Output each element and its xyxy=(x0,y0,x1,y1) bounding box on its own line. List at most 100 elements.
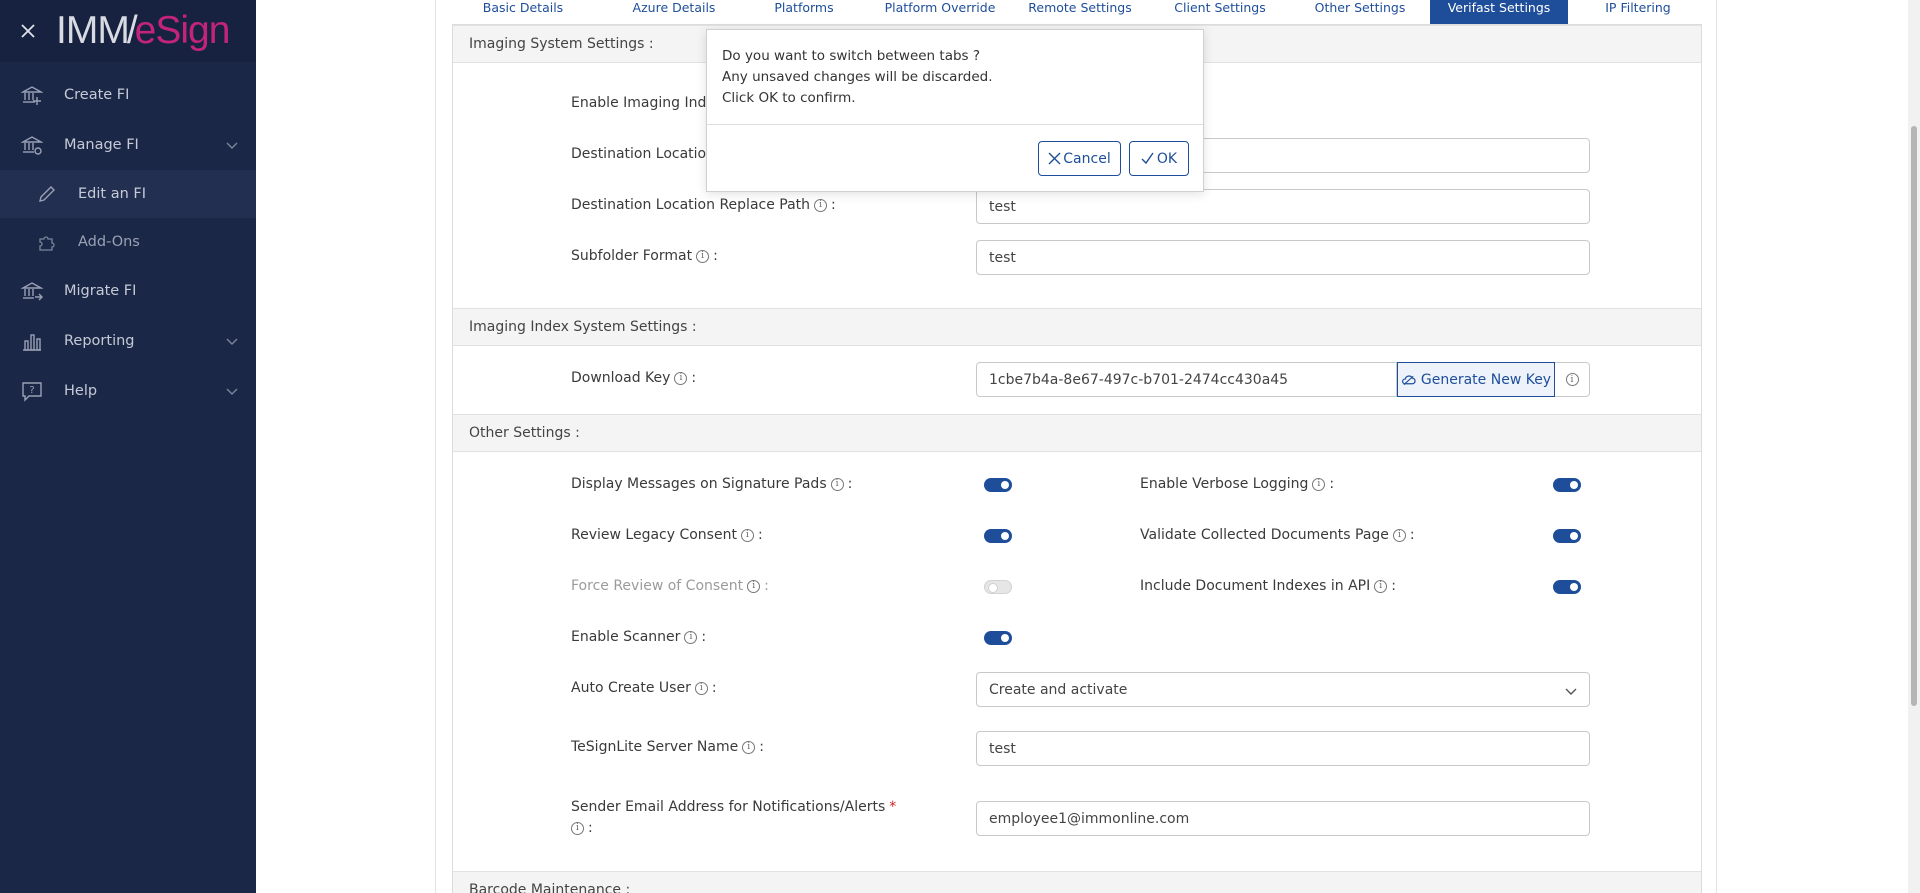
display-messages-toggle[interactable] xyxy=(984,478,1012,492)
bar-chart-icon xyxy=(20,329,44,353)
tab-platform-override[interactable]: Platform Override xyxy=(870,0,1010,24)
svg-text:?: ? xyxy=(29,385,34,396)
cancel-button[interactable]: Cancel xyxy=(1038,141,1121,176)
info-icon[interactable]: i xyxy=(1392,528,1406,542)
sidebar-item-add-ons[interactable]: Add-Ons xyxy=(0,218,256,266)
sidebar-item-edit-fi[interactable]: Edit an FI xyxy=(0,170,256,218)
help-chat-icon: ? xyxy=(20,379,44,403)
sidebar-item-help[interactable]: ? Help xyxy=(0,366,256,416)
brand-logo: IMM / eSign xyxy=(56,9,230,52)
bank-icon xyxy=(20,83,44,107)
include-indexes-toggle[interactable] xyxy=(1553,580,1581,594)
confirm-dialog: Do you want to switch between tabs ? Any… xyxy=(706,29,1204,192)
chevron-down-icon xyxy=(226,138,238,154)
enable-scanner-toggle[interactable] xyxy=(984,631,1012,645)
sidebar-item-label: Create FI xyxy=(64,87,130,103)
pencil-icon xyxy=(36,183,58,205)
sidebar-item-reporting[interactable]: Reporting xyxy=(0,316,256,366)
generate-new-key-button[interactable]: Generate New Key xyxy=(1397,362,1555,397)
info-icon[interactable]: i xyxy=(1374,579,1388,593)
info-icon[interactable]: i xyxy=(740,528,754,542)
info-icon[interactable]: i xyxy=(742,740,756,754)
tab-other-settings[interactable]: Other Settings xyxy=(1290,0,1430,24)
dialog-line-1: Do you want to switch between tabs ? xyxy=(722,48,981,64)
sidebar-item-create-fi[interactable]: Create FI xyxy=(0,70,256,120)
bank-gear-icon xyxy=(20,133,44,157)
info-icon[interactable]: i xyxy=(747,579,761,593)
cloud-icon xyxy=(1401,374,1416,385)
close-icon[interactable] xyxy=(0,23,56,39)
sidebar-item-migrate-fi[interactable]: Migrate FI xyxy=(0,266,256,316)
sender-email-input[interactable]: employee1@immonline.com xyxy=(976,801,1590,836)
tesignlite-input[interactable]: test xyxy=(976,731,1590,766)
tab-remote-settings[interactable]: Remote Settings xyxy=(1010,0,1150,24)
puzzle-icon xyxy=(36,231,58,253)
auto-create-user-label: Auto Create User i : xyxy=(571,680,717,696)
sidebar-item-label: Reporting xyxy=(64,333,135,349)
dialog-line-3: Click OK to confirm. xyxy=(722,90,856,106)
force-review-label: Force Review of Consent i : xyxy=(571,578,769,594)
tesignlite-label: TeSignLite Server Name i : xyxy=(571,739,764,755)
ok-button[interactable]: OK xyxy=(1129,141,1189,176)
auto-create-user-select[interactable]: Create and activate xyxy=(976,672,1590,707)
tab-ip-filtering[interactable]: IP Filtering xyxy=(1568,0,1708,24)
info-icon: i xyxy=(1565,373,1579,386)
download-key-label: Download Key i : xyxy=(571,370,697,386)
validate-docs-toggle[interactable] xyxy=(1553,529,1581,543)
info-icon[interactable]: i xyxy=(571,821,584,835)
barcode-maintenance-header: Barcode Maintenance : xyxy=(453,871,1701,893)
validate-docs-label: Validate Collected Documents Page i : xyxy=(1140,527,1415,543)
dialog-footer: Cancel OK xyxy=(707,125,1203,192)
display-messages-label: Display Messages on Signature Pads i : xyxy=(571,476,853,492)
dialog-line-2: Any unsaved changes will be discarded. xyxy=(722,69,993,85)
dialog-message: Do you want to switch between tabs ? Any… xyxy=(707,30,1203,125)
force-review-toggle xyxy=(984,580,1012,594)
scrollbar-thumb[interactable] xyxy=(1911,126,1917,706)
sidebar-header: IMM / eSign xyxy=(0,0,256,62)
enable-imaging-index-label: Enable Imaging Index xyxy=(571,95,724,111)
sidebar-item-manage-fi[interactable]: Manage FI xyxy=(0,120,256,170)
tab-client-settings[interactable]: Client Settings xyxy=(1150,0,1290,24)
enable-verbose-toggle[interactable] xyxy=(1553,478,1581,492)
info-icon[interactable]: i xyxy=(684,630,698,644)
check-icon xyxy=(1141,152,1154,165)
info-icon[interactable]: i xyxy=(830,477,844,491)
info-icon[interactable]: i xyxy=(694,681,708,695)
download-key-input[interactable]: 1cbe7b4a-8e67-497c-b701-2474cc430a45 xyxy=(976,362,1397,397)
include-indexes-label: Include Document Indexes in API i : xyxy=(1140,578,1396,594)
sidebar-item-label: Add-Ons xyxy=(78,234,140,250)
info-icon[interactable]: i xyxy=(674,371,688,385)
bank-arrow-icon xyxy=(20,279,44,303)
chevron-down-icon xyxy=(226,334,238,350)
destination-replace-path-label: Destination Location Replace Path i : xyxy=(571,197,836,213)
tab-azure-details[interactable]: Azure Details xyxy=(610,0,738,24)
sender-email-info-row: i : xyxy=(571,820,593,836)
review-legacy-toggle[interactable] xyxy=(984,529,1012,543)
sidebar-item-label: Migrate FI xyxy=(64,283,137,299)
info-icon[interactable]: i xyxy=(1312,477,1326,491)
destination-replace-path-input[interactable]: test xyxy=(976,189,1590,224)
download-key-info-button[interactable]: i xyxy=(1555,362,1590,397)
enable-scanner-label: Enable Scanner i : xyxy=(571,629,707,645)
subfolder-format-input[interactable]: test xyxy=(976,240,1590,275)
page-scrollbar[interactable] xyxy=(1908,0,1920,893)
tab-platforms[interactable]: Platforms xyxy=(738,0,870,24)
chevron-down-icon xyxy=(226,384,238,400)
tab-verifast-settings[interactable]: Verifast Settings xyxy=(1430,0,1568,24)
sidebar: IMM / eSign Create FI Manage FI Edit an FI… xyxy=(0,0,256,893)
info-icon[interactable]: i xyxy=(814,198,828,212)
sidebar-item-label: Manage FI xyxy=(64,137,139,153)
enable-verbose-label: Enable Verbose Logging i : xyxy=(1140,476,1335,492)
destination-location-label: Destination Location xyxy=(571,146,715,162)
sidebar-item-label: Edit an FI xyxy=(78,186,146,202)
close-icon xyxy=(1048,152,1061,165)
review-legacy-label: Review Legacy Consent i : xyxy=(571,527,763,543)
sender-email-label: Sender Email Address for Notifications/A… xyxy=(571,799,897,815)
chevron-down-icon xyxy=(1565,684,1577,700)
tab-basic-details[interactable]: Basic Details xyxy=(436,0,610,24)
info-icon[interactable]: i xyxy=(696,249,710,263)
tab-bar: Basic Details Azure Details Platforms Pl… xyxy=(436,0,1718,24)
other-settings-header: Other Settings : xyxy=(453,414,1701,452)
subfolder-format-label: Subfolder Format i : xyxy=(571,248,718,264)
sidebar-item-label: Help xyxy=(64,383,98,399)
